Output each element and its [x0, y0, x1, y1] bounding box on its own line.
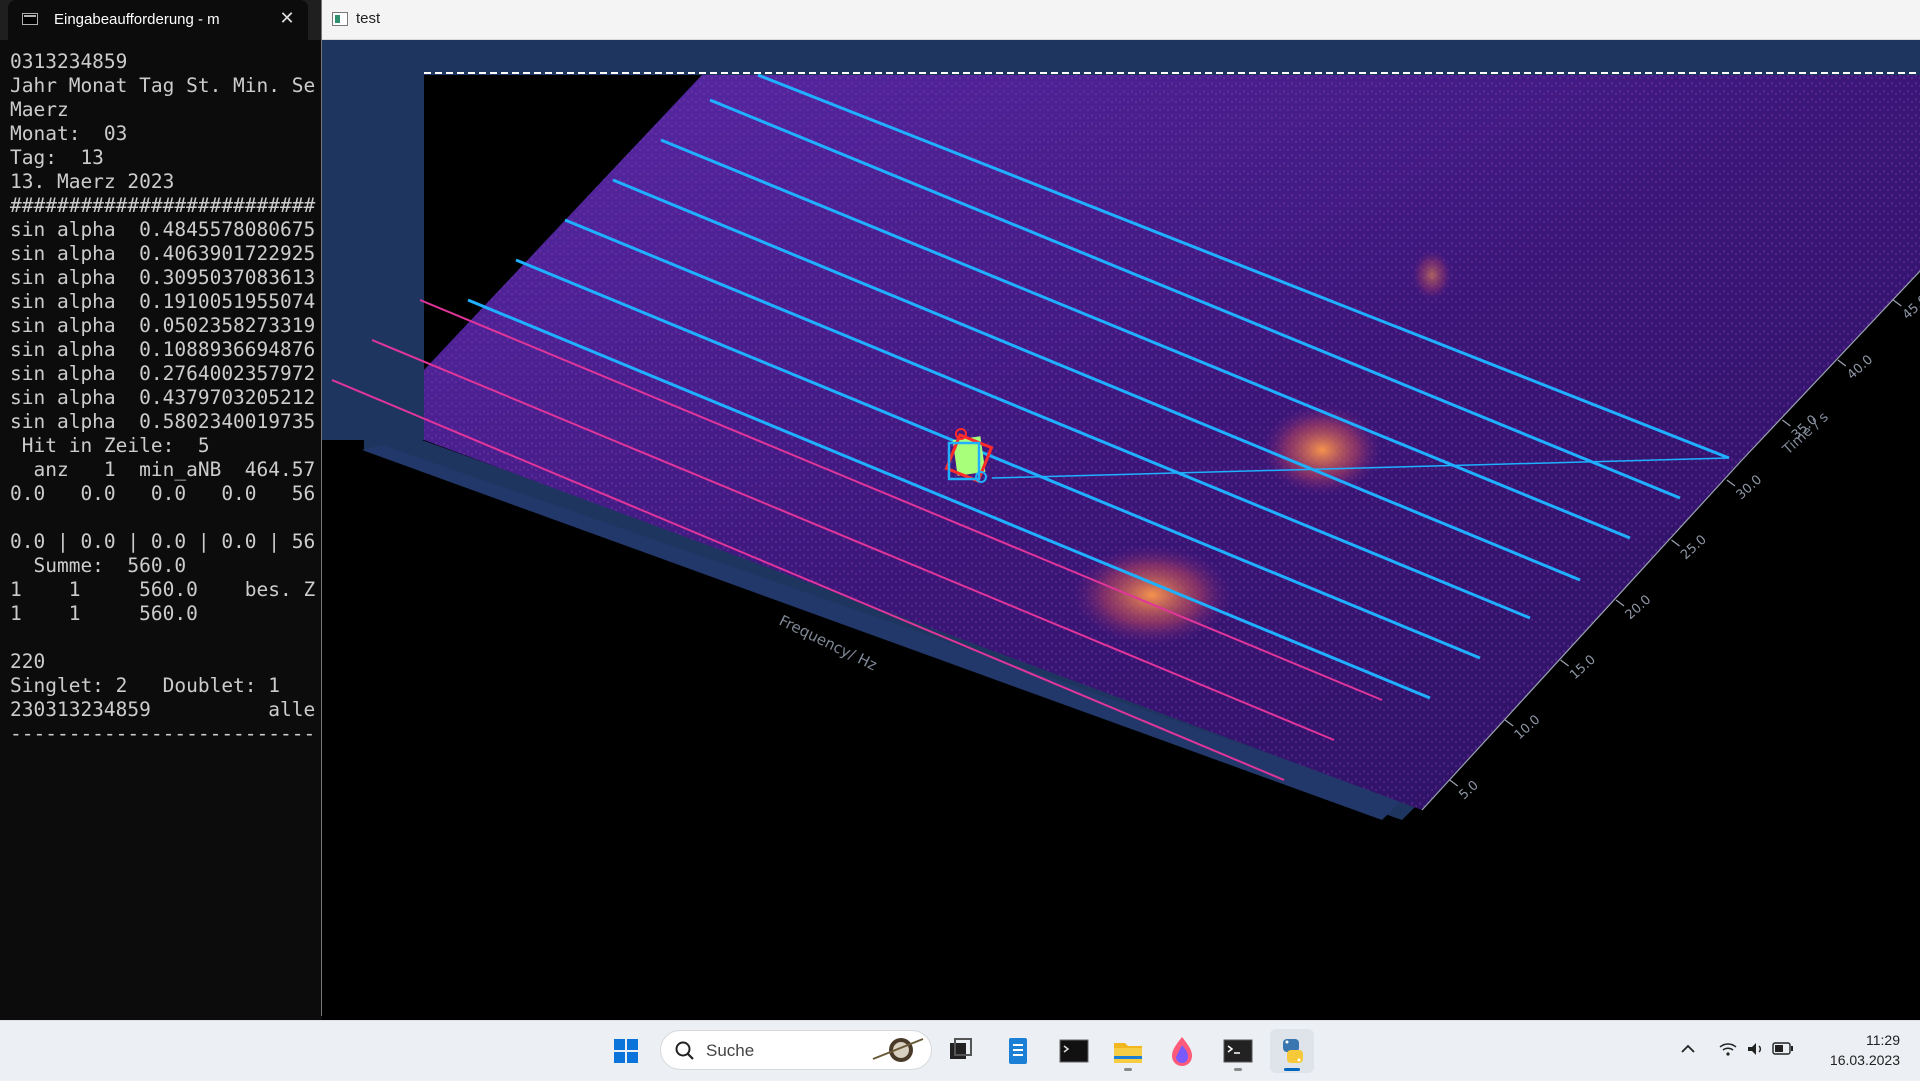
console-line: sin alpha 0.4845578080675 — [10, 218, 316, 241]
clock-time: 11:29 — [1866, 1032, 1900, 1048]
file-explorer-button[interactable] — [1106, 1029, 1150, 1073]
console-line: Summe: 560.0 — [10, 554, 187, 577]
active-indicator — [1284, 1068, 1300, 1071]
console-line: 1 1 560.0 — [10, 602, 198, 625]
app-icon — [332, 12, 348, 26]
terminal-icon — [22, 13, 38, 25]
notepad-button[interactable] — [996, 1029, 1040, 1073]
console-line: 230313234859 alle — [10, 698, 316, 721]
search-highlight-image-icon — [872, 1038, 924, 1062]
console-line: Maerz — [10, 98, 69, 121]
console-line: sin alpha 0.5802340019735 — [10, 410, 316, 433]
console-icon — [1223, 1039, 1253, 1063]
clock-date: 16.03.2023 — [1829, 1052, 1900, 1068]
console-line: sin alpha 0.1088936694876 — [10, 338, 316, 361]
console-line: Jahr Monat Tag St. Min. Se — [10, 74, 316, 97]
console-output: 0313234859 Jahr Monat Tag St. Min. Se Maer… — [10, 50, 315, 746]
console-line: sin alpha 0.0502358273319 — [10, 314, 316, 337]
terminal-button[interactable] — [1052, 1029, 1096, 1073]
plot-window[interactable]: test 5.0 10.0 15.0 20.0 25.0 30.0 35.0 4… — [321, 0, 1920, 1016]
console-line: sin alpha 0.4379703205212 — [10, 386, 316, 409]
windows-start-button[interactable] — [604, 1029, 648, 1073]
spectrogram-peak-3 — [1412, 250, 1452, 300]
windows-start-icon — [614, 1039, 638, 1063]
clock[interactable]: 11:29 16.03.2023 — [1830, 1030, 1900, 1070]
terminal-icon — [1059, 1039, 1089, 1063]
taskbar-search[interactable]: Suche — [660, 1030, 932, 1070]
console-line: anz 1 min_aNB 464.57 — [10, 458, 316, 481]
volume-icon[interactable] — [1746, 1041, 1766, 1057]
console-line: sin alpha 0.3095037083613 — [10, 266, 316, 289]
console-line: 0313234859 — [10, 50, 128, 73]
console-button[interactable] — [1216, 1029, 1260, 1073]
notepad-icon — [1009, 1038, 1027, 1064]
running-indicator — [1234, 1068, 1242, 1071]
file-explorer-icon — [1114, 1043, 1142, 1063]
console-line: Singlet: 2 Doublet: 1 — [10, 674, 281, 697]
taskbar: Suche 11:29 16.03.2023 — [0, 1020, 1920, 1081]
python-button[interactable] — [1270, 1029, 1314, 1073]
console-line: -------------------------- — [10, 722, 316, 745]
search-placeholder: Suche — [706, 1041, 755, 1060]
console-line: Monat: 03 — [10, 122, 128, 145]
plot-canvas[interactable]: 5.0 10.0 15.0 20.0 25.0 30.0 35.0 40.0 45.0 Freq… — [322, 40, 1920, 1016]
spectrogram-peak-1 — [1262, 405, 1382, 495]
console-line: sin alpha 0.4063901722925 — [10, 242, 316, 265]
battery-icon[interactable] — [1772, 1042, 1794, 1056]
console-line: 0.0 | 0.0 | 0.0 | 0.0 | 56 — [10, 530, 316, 553]
running-indicator — [1124, 1068, 1132, 1071]
task-view-icon — [950, 1038, 972, 1059]
console-line: 13. Maerz 2023 — [10, 170, 175, 193]
task-view-button[interactable] — [938, 1029, 982, 1073]
paint-icon — [1172, 1037, 1192, 1066]
console-line: 220 — [10, 650, 46, 673]
console-line: sin alpha 0.2764002357972 — [10, 362, 316, 385]
console-line: Tag: 13 — [10, 146, 104, 169]
console-line: 1 1 560.0 bes. Z — [10, 578, 316, 601]
wifi-icon[interactable] — [1718, 1041, 1738, 1057]
console-window[interactable]: Eingabeaufforderung - m ✕ 0313234859 Jahr… — [0, 0, 322, 1020]
system-tray: 11:29 16.03.2023 — [1660, 1021, 1920, 1081]
console-line: ########################## — [10, 194, 316, 217]
paint-button[interactable] — [1160, 1029, 1204, 1073]
plot-window-titlebar[interactable]: test — [322, 0, 1920, 40]
python-icon — [1283, 1039, 1303, 1063]
console-line: Hit in Zeile: 5 — [10, 434, 210, 457]
console-tab-title: Eingabeaufforderung - m — [54, 11, 220, 28]
search-icon — [675, 1041, 694, 1060]
plot-window-title: test — [356, 10, 381, 27]
chevron-up-icon[interactable] — [1680, 1041, 1696, 1057]
console-line: 0.0 0.0 0.0 0.0 56 — [10, 482, 316, 505]
spectrogram-3d-plot[interactable]: 5.010.015.020.025.030.035.040.045.0 Freq… — [322, 40, 1920, 1016]
close-icon[interactable]: ✕ — [276, 8, 298, 30]
console-line: sin alpha 0.1910051955074 — [10, 290, 316, 313]
console-tab[interactable]: Eingabeaufforderung - m ✕ — [8, 0, 308, 40]
console-tab-bar: Eingabeaufforderung - m ✕ — [0, 0, 322, 40]
